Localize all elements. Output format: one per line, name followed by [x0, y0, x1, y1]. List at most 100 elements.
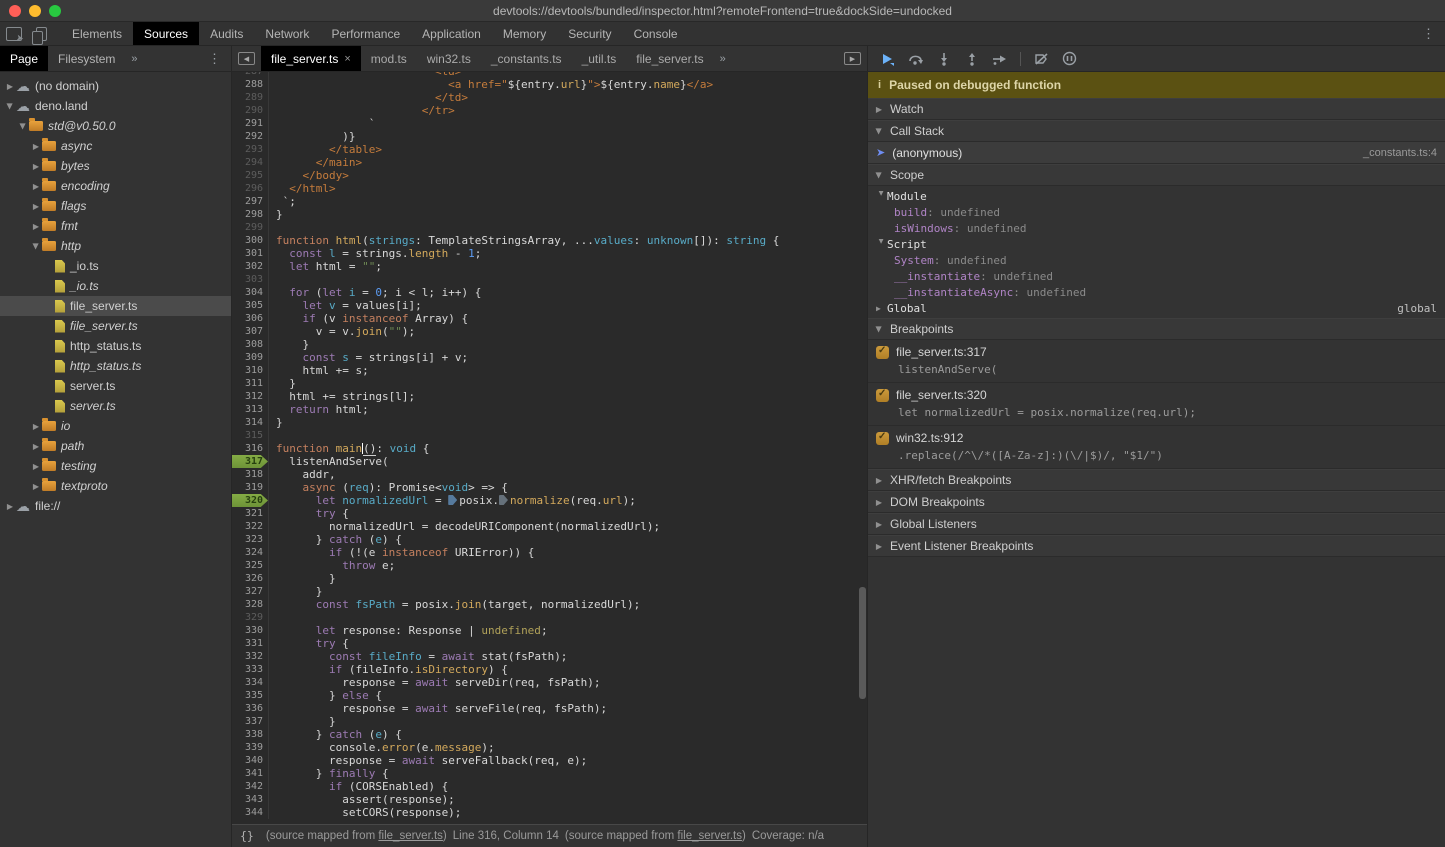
- breakpoint-marker[interactable]: 317: [232, 455, 268, 468]
- line-number[interactable]: 316: [232, 442, 268, 455]
- code-line-329[interactable]: 329: [232, 611, 867, 624]
- code-area[interactable]: 287 <td>288 <a href="${entry.url}">${ent…: [232, 72, 867, 824]
- chevron-down-icon[interactable]: ▶: [877, 191, 886, 202]
- tab-security[interactable]: Security: [557, 22, 622, 45]
- section-event-listener-breakpoints[interactable]: ▶Event Listener Breakpoints: [868, 535, 1445, 557]
- navigator-more-tabs-icon[interactable]: »: [125, 46, 143, 71]
- line-number[interactable]: 311: [232, 377, 268, 390]
- tree-item-server-ts[interactable]: server.ts: [0, 376, 231, 396]
- call-stack-frame[interactable]: ➤(anonymous)_constants.ts:4: [868, 142, 1445, 164]
- line-number[interactable]: 322: [232, 520, 268, 533]
- chevron-right-icon[interactable]: ▶: [30, 482, 42, 491]
- breakpoint-checkbox[interactable]: [876, 346, 889, 359]
- code-line-336[interactable]: 336 response = await serveFile(req, fsPa…: [232, 702, 867, 715]
- code-line-312[interactable]: 312 html += strings[l];: [232, 390, 867, 403]
- code-line-300[interactable]: 300function html(strings: TemplateString…: [232, 234, 867, 247]
- line-number[interactable]: 300: [232, 234, 268, 247]
- chevron-right-icon[interactable]: ▶: [30, 222, 42, 231]
- code-line-291[interactable]: 291 `: [232, 117, 867, 130]
- code-line-323[interactable]: 323 } catch (e) {: [232, 533, 867, 546]
- line-number[interactable]: 321: [232, 507, 268, 520]
- navigator-menu-kebab-icon[interactable]: ⋮: [198, 46, 231, 71]
- breakpoint-checkbox[interactable]: [876, 389, 889, 402]
- line-number[interactable]: 295: [232, 169, 268, 182]
- chevron-right-icon[interactable]: ▶: [876, 304, 887, 313]
- line-number[interactable]: 304: [232, 286, 268, 299]
- code-line-302[interactable]: 302 let html = "";: [232, 260, 867, 273]
- tree-item-bytes[interactable]: ▶bytes: [0, 156, 231, 176]
- inline-breakpoint-icon[interactable]: [448, 495, 457, 505]
- code-line-306[interactable]: 306 if (v instanceof Array) {: [232, 312, 867, 325]
- code-line-304[interactable]: 304 for (let i = 0; i < l; i++) {: [232, 286, 867, 299]
- code-line-326[interactable]: 326 }: [232, 572, 867, 585]
- tab-application[interactable]: Application: [411, 22, 492, 45]
- code-line-331[interactable]: 331 try {: [232, 637, 867, 650]
- line-number[interactable]: 288: [232, 78, 268, 91]
- line-number[interactable]: 338: [232, 728, 268, 741]
- line-number[interactable]: 309: [232, 351, 268, 364]
- line-number[interactable]: 292: [232, 130, 268, 143]
- line-number[interactable]: 310: [232, 364, 268, 377]
- line-number[interactable]: 341: [232, 767, 268, 780]
- code-line-307[interactable]: 307 v = v.join("");: [232, 325, 867, 338]
- section-scope[interactable]: ▶ Scope: [868, 164, 1445, 186]
- code-line-288[interactable]: 288 <a href="${entry.url}">${entry.name}…: [232, 78, 867, 91]
- breakpoint-entry[interactable]: file_server.ts:317listenAndServe(: [868, 340, 1445, 383]
- scope-group-module[interactable]: ▶Module: [868, 188, 1445, 204]
- inline-breakpoint-icon[interactable]: [499, 495, 508, 505]
- code-line-298[interactable]: 298}: [232, 208, 867, 221]
- code-line-320[interactable]: 320 let normalizedUrl = posix.normalize(…: [232, 494, 867, 507]
- section-xhr-fetch-breakpoints[interactable]: ▶XHR/fetch Breakpoints: [868, 469, 1445, 491]
- resume-script-button[interactable]: [876, 49, 900, 69]
- line-number[interactable]: 313: [232, 403, 268, 416]
- line-number[interactable]: 324: [232, 546, 268, 559]
- code-line-337[interactable]: 337 }: [232, 715, 867, 728]
- tab-memory[interactable]: Memory: [492, 22, 557, 45]
- line-number[interactable]: 299: [232, 221, 268, 234]
- breakpoint-marker[interactable]: 320: [232, 494, 268, 507]
- code-line-334[interactable]: 334 response = await serveDir(req, fsPat…: [232, 676, 867, 689]
- scope-property-isWindows[interactable]: isWindows: undefined: [868, 220, 1445, 236]
- code-line-319[interactable]: 319 async (req): Promise<void> => {: [232, 481, 867, 494]
- tree-item-path[interactable]: ▶path: [0, 436, 231, 456]
- tree-item-async[interactable]: ▶async: [0, 136, 231, 156]
- line-number[interactable]: 308: [232, 338, 268, 351]
- tree-item-_io-ts[interactable]: _io.ts: [0, 256, 231, 276]
- tree-item-http[interactable]: ▶http: [0, 236, 231, 256]
- line-number[interactable]: 314: [232, 416, 268, 429]
- tree-item-fmt[interactable]: ▶fmt: [0, 216, 231, 236]
- code-line-332[interactable]: 332 const fileInfo = await stat(fsPath);: [232, 650, 867, 663]
- chevron-down-icon[interactable]: ▶: [6, 100, 15, 112]
- code-line-294[interactable]: 294 </main>: [232, 156, 867, 169]
- tree-item-io[interactable]: ▶io: [0, 416, 231, 436]
- chevron-right-icon[interactable]: ▶: [30, 442, 42, 451]
- line-number[interactable]: 344: [232, 806, 268, 819]
- chevron-right-icon[interactable]: ▶: [30, 422, 42, 431]
- code-line-322[interactable]: 322 normalizedUrl = decodeURIComponent(n…: [232, 520, 867, 533]
- scope-group-script[interactable]: ▶Script: [868, 236, 1445, 252]
- chevron-right-icon[interactable]: ▶: [30, 162, 42, 171]
- line-number[interactable]: 293: [232, 143, 268, 156]
- tab-network[interactable]: Network: [254, 22, 320, 45]
- code-line-343[interactable]: 343 assert(response);: [232, 793, 867, 806]
- inspect-element-icon[interactable]: [6, 27, 22, 41]
- code-line-299[interactable]: 299: [232, 221, 867, 234]
- tree-item-_io-ts[interactable]: _io.ts: [0, 276, 231, 296]
- code-line-324[interactable]: 324 if (!(e instanceof URIError)) {: [232, 546, 867, 559]
- line-number[interactable]: 337: [232, 715, 268, 728]
- editor-more-tabs-icon[interactable]: »: [714, 46, 732, 71]
- code-line-330[interactable]: 330 let response: Response | undefined;: [232, 624, 867, 637]
- line-number[interactable]: 330: [232, 624, 268, 637]
- line-number[interactable]: 307: [232, 325, 268, 338]
- code-line-317[interactable]: 317 listenAndServe(: [232, 455, 867, 468]
- code-line-318[interactable]: 318 addr,: [232, 468, 867, 481]
- scope-property-__instantiateAsync[interactable]: __instantiateAsync: undefined: [868, 284, 1445, 300]
- line-number[interactable]: 289: [232, 91, 268, 104]
- line-number[interactable]: 296: [232, 182, 268, 195]
- line-number[interactable]: 315: [232, 429, 268, 442]
- chevron-down-icon[interactable]: ▶: [32, 240, 41, 252]
- code-line-338[interactable]: 338 } catch (e) {: [232, 728, 867, 741]
- code-line-310[interactable]: 310 html += s;: [232, 364, 867, 377]
- line-number[interactable]: 335: [232, 689, 268, 702]
- editor-tab-file_server-ts-5[interactable]: file_server.ts: [626, 46, 713, 71]
